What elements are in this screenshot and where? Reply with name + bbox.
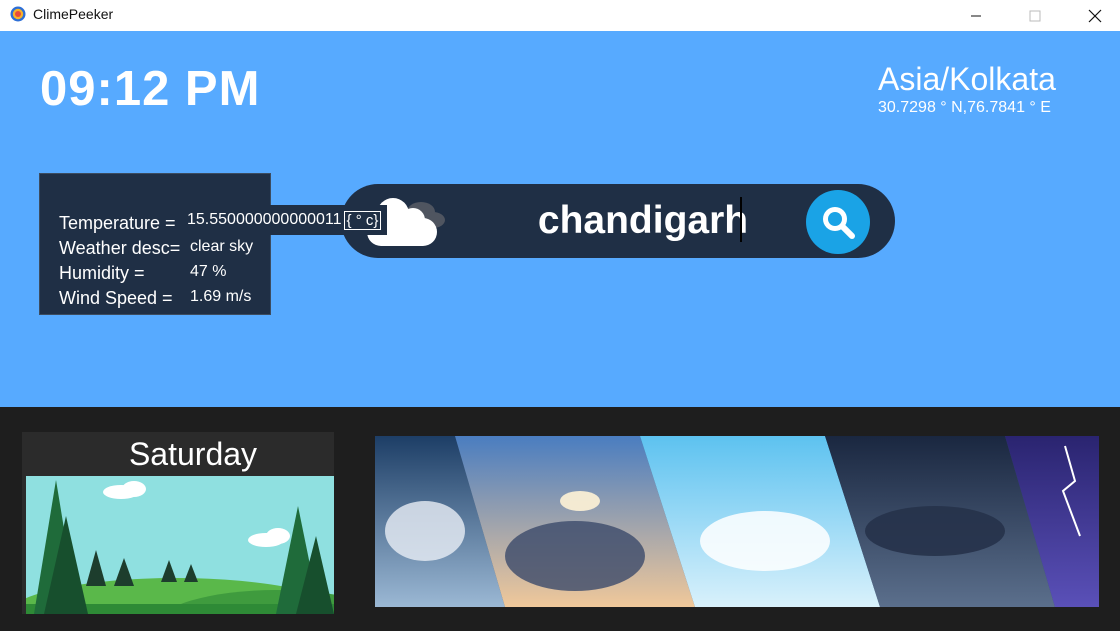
maximize-button[interactable] — [1012, 0, 1058, 31]
app-title: ClimePeeker — [33, 6, 114, 22]
minimize-icon — [971, 15, 981, 16]
forecast-panel: Saturday — [0, 407, 1120, 631]
temperature-value-row: 15.550000000000011 { ° c} — [187, 205, 388, 235]
forest-illustration — [26, 476, 334, 614]
timezone-label: Asia/Kolkata — [878, 61, 1056, 97]
search-button[interactable] — [806, 190, 870, 254]
weather-banner-image — [375, 436, 1099, 607]
clock-time: 09:12 PM — [40, 62, 261, 116]
top-panel: 09:12 PM Asia/Kolkata 30.7298 ° N,76.784… — [0, 31, 1120, 407]
search-icon — [823, 207, 855, 239]
close-icon — [1088, 9, 1102, 22]
app-logo-icon — [10, 6, 26, 22]
text-caret — [740, 197, 742, 242]
day-label: Saturday — [128, 436, 258, 472]
description-label: Weather desc= — [59, 238, 181, 258]
minimize-button[interactable] — [953, 0, 999, 31]
maximize-icon — [1029, 10, 1041, 21]
temperature-value: 15.550000000000011 — [187, 211, 342, 228]
humidity-value: 47 % — [190, 263, 227, 280]
coordinates-label: 30.7298 ° N,76.7841 ° E — [878, 99, 1051, 116]
day-card: Saturday — [22, 432, 334, 614]
title-bar: ClimePeeker — [0, 0, 1120, 31]
description-value: clear sky — [190, 238, 254, 255]
wind-label: Wind Speed = — [59, 288, 173, 308]
city-search-input[interactable] — [491, 192, 795, 250]
close-button[interactable] — [1072, 0, 1118, 31]
search-bar — [341, 184, 895, 258]
temperature-unit: { ° c} — [343, 210, 382, 230]
temperature-label: Temperature = — [59, 213, 176, 233]
weather-banner-graphic — [375, 436, 1099, 607]
wind-value: 1.69 m/s — [190, 288, 252, 305]
weather-info-panel: Temperature = Weather desc= Humidity = W… — [39, 173, 271, 315]
humidity-label: Humidity = — [59, 263, 145, 283]
